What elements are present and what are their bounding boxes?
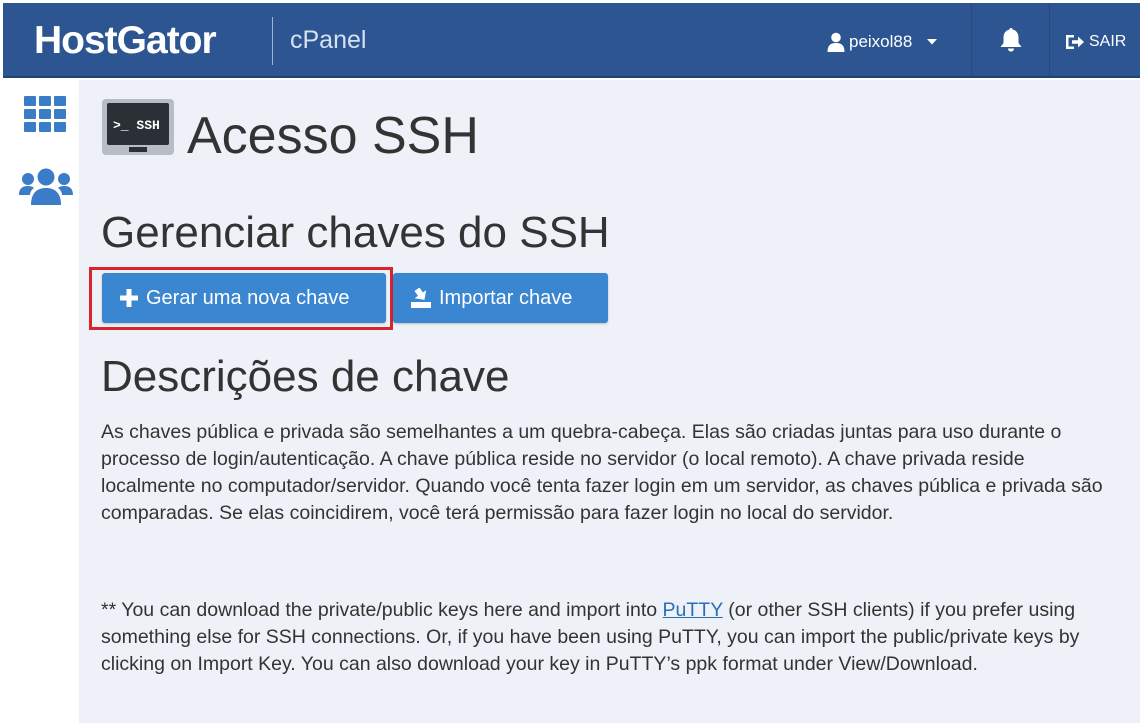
users-icon [19, 168, 73, 205]
sidebar-item-home[interactable] [24, 96, 67, 138]
top-navbar: HostGator cPanel peixol88 SAIR [3, 3, 1140, 78]
manage-keys-heading: Gerenciar chaves do SSH [101, 208, 610, 257]
chevron-down-icon [927, 39, 938, 45]
generate-key-label: Gerar uma nova chave [146, 286, 350, 309]
ssh-terminal-icon: >_ SSH [102, 99, 174, 162]
page-title: Acesso SSH [187, 107, 479, 165]
notifications-button[interactable] [999, 27, 1023, 58]
user-menu[interactable]: peixol88 [827, 29, 942, 55]
key-description-text: As chaves pública e privada são semelhan… [101, 421, 1103, 524]
sidebar [3, 80, 79, 723]
product-name: cPanel [290, 26, 367, 54]
navbar-divider [1049, 3, 1050, 78]
plus-icon [120, 289, 138, 307]
putty-note-prefix: ** You can download the private/public k… [101, 599, 663, 621]
bell-icon [1000, 28, 1022, 52]
sidebar-item-users[interactable] [19, 168, 73, 211]
putty-link[interactable]: PuTTY [663, 599, 723, 621]
logout-icon [1066, 35, 1084, 49]
main-content: >_ SSH Acesso SSH Gerenciar chaves do SS… [79, 80, 1140, 723]
putty-note: ** You can download the private/public k… [101, 597, 1111, 678]
username-label: peixol88 [849, 32, 913, 51]
logout-label: SAIR [1089, 33, 1127, 50]
logout-button[interactable]: SAIR [1065, 29, 1126, 55]
navbar-divider [971, 3, 972, 78]
brand-divider [272, 17, 273, 65]
import-icon [411, 288, 431, 308]
grid-icon [24, 96, 66, 132]
generate-key-button[interactable]: Gerar uma nova chave [102, 273, 386, 323]
ssh-icon-label: >_ SSH [113, 118, 160, 133]
key-descriptions-heading: Descrições de chave [101, 352, 510, 401]
import-key-button[interactable]: Importar chave [393, 273, 608, 323]
brand-logo[interactable]: HostGator [34, 19, 217, 63]
import-key-label: Importar chave [439, 286, 573, 309]
user-icon [827, 32, 845, 52]
